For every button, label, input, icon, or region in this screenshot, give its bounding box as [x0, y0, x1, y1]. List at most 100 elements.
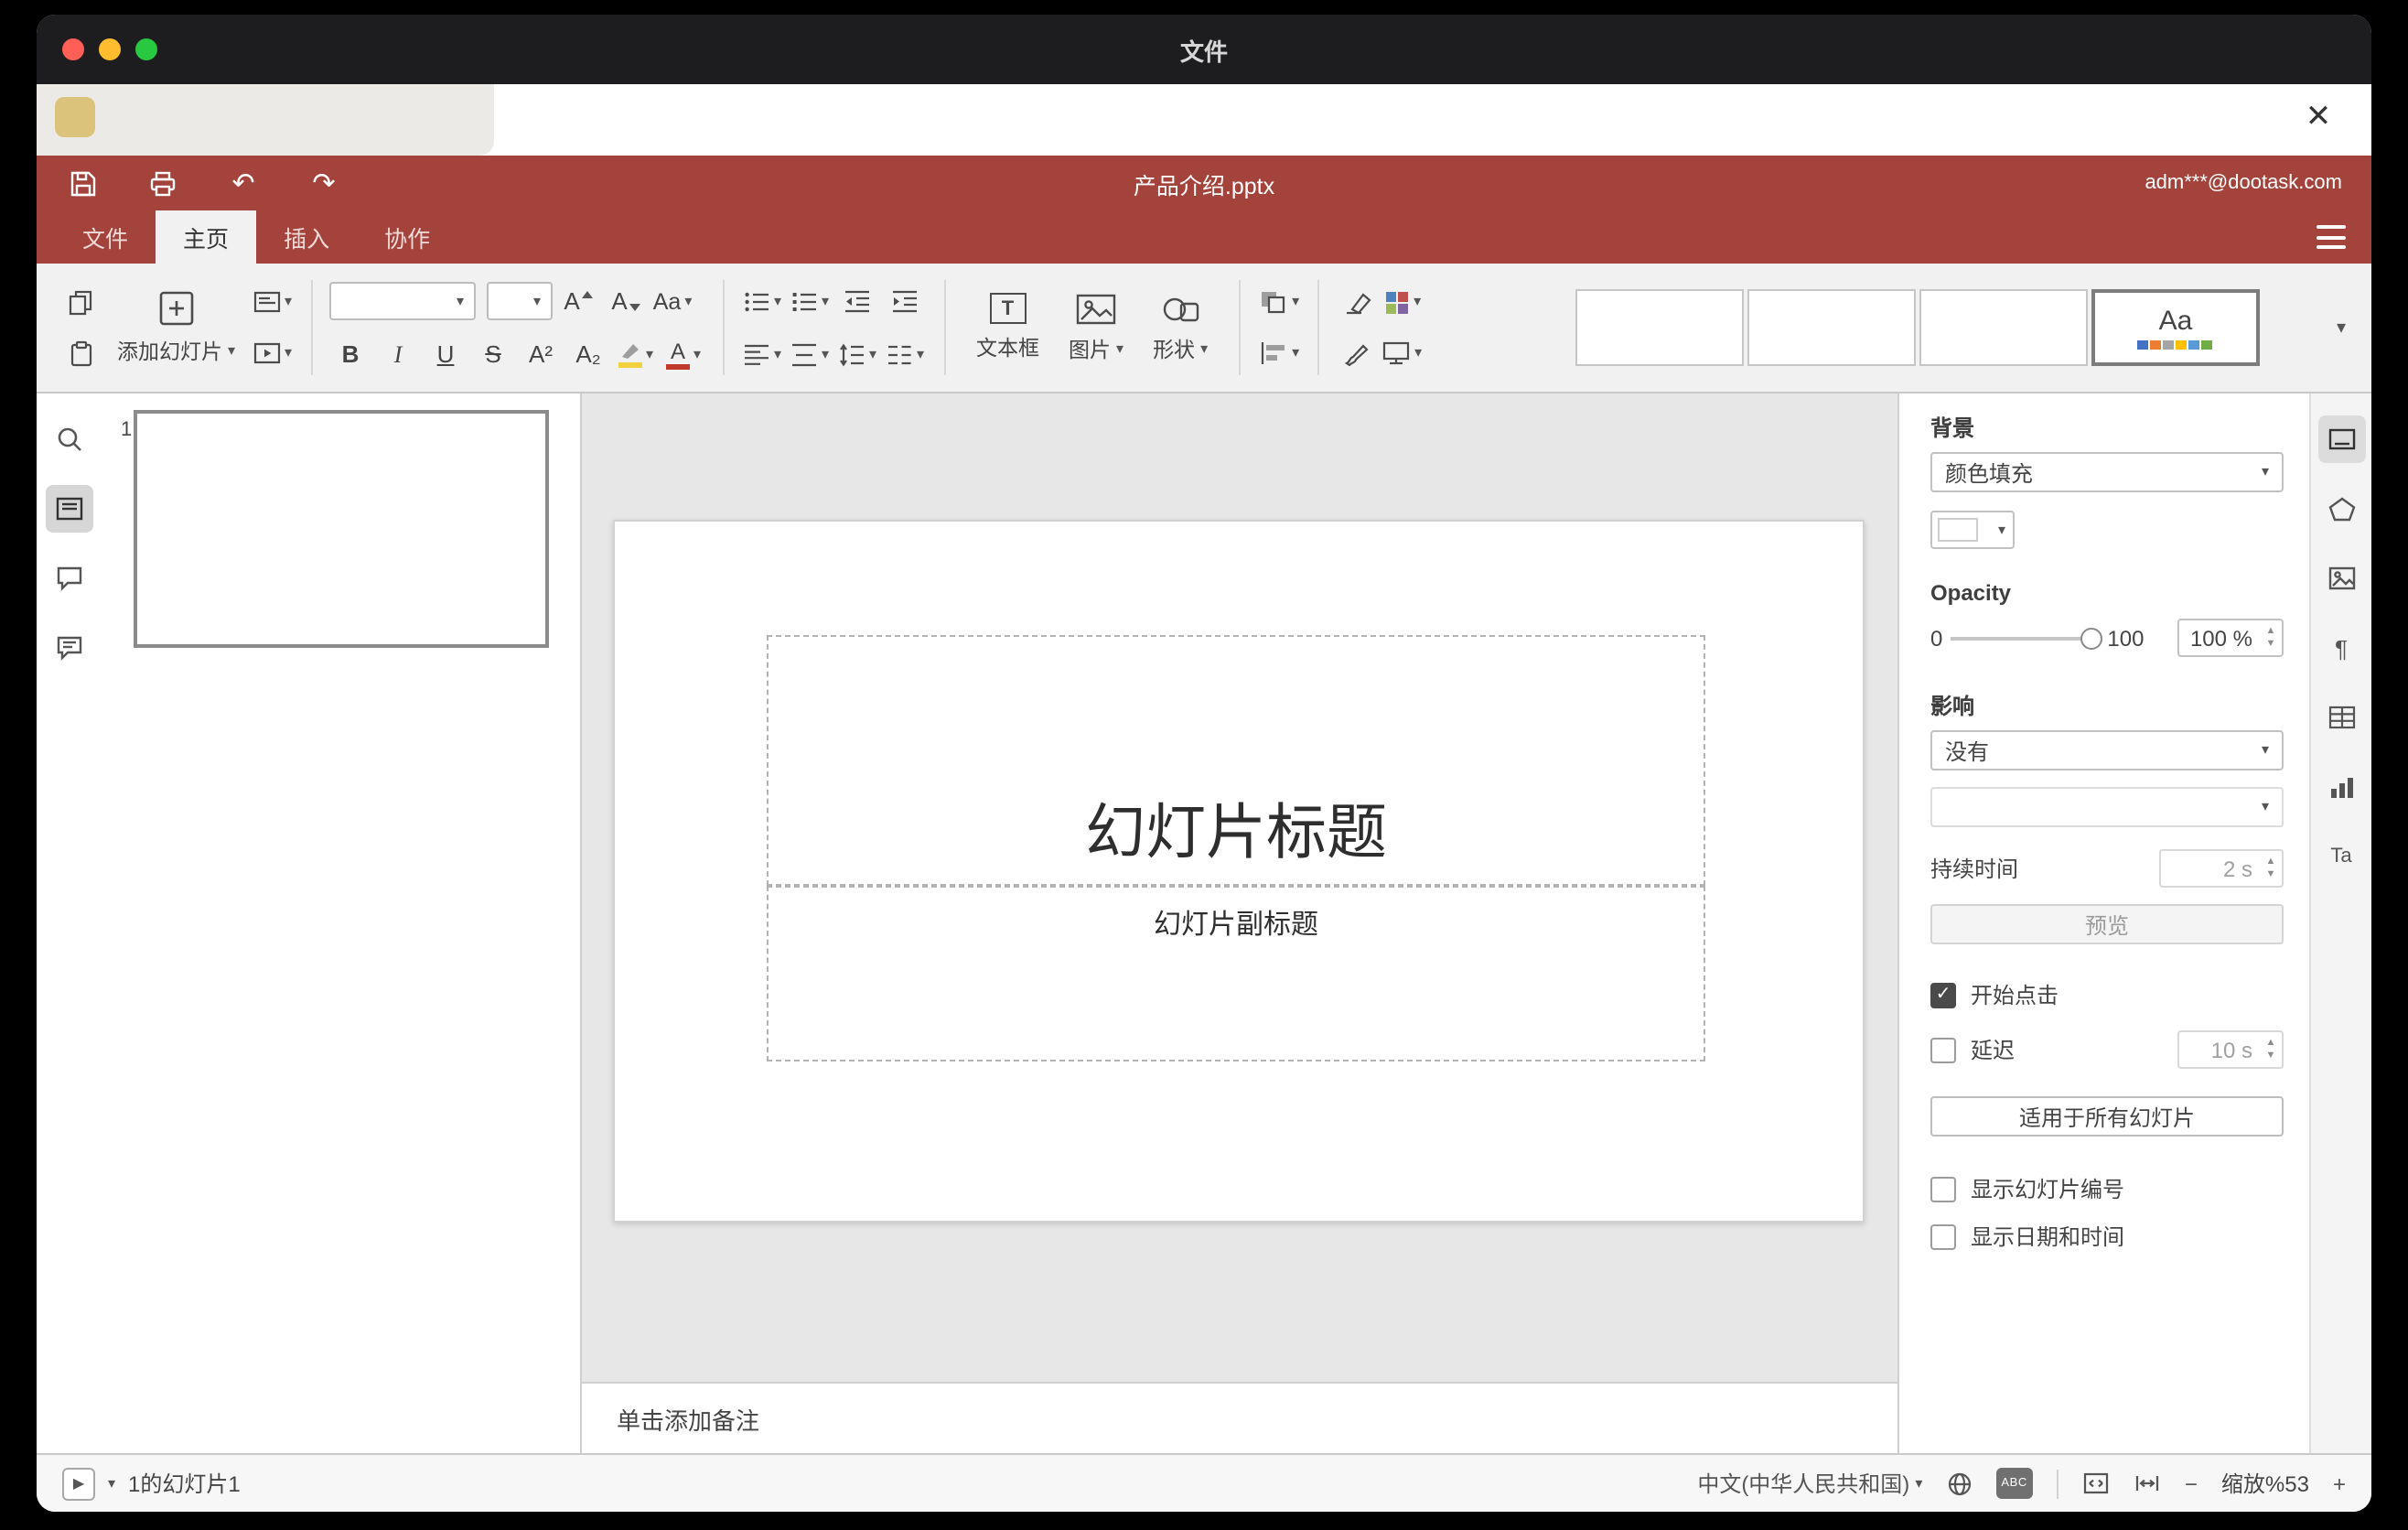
italic-button[interactable]: I — [376, 332, 420, 376]
apply-to-all-button[interactable]: 适用于所有幻灯片 — [1930, 1096, 2284, 1137]
theme-selected[interactable]: Aa — [2091, 289, 2260, 366]
sidebar-item-comments[interactable] — [46, 555, 93, 602]
zoom-in-button[interactable]: + — [2333, 1471, 2346, 1496]
start-on-click-checkbox[interactable]: ✓ — [1930, 982, 1956, 1007]
opacity-slider[interactable] — [1950, 625, 2102, 651]
effect-select[interactable]: 没有 ▾ — [1930, 730, 2284, 770]
decrease-font-button[interactable]: A — [603, 279, 647, 323]
font-size-combo[interactable]: ▾ — [486, 282, 553, 320]
panel-tab-table-settings[interactable] — [2317, 694, 2365, 741]
panel-tab-paragraph-settings[interactable]: ¶ — [2317, 624, 2365, 672]
numbered-list-button[interactable]: ▾ — [788, 279, 832, 323]
language-selector[interactable]: 中文(中华人民共和国) ▾ — [1697, 1468, 1922, 1499]
slide-thumbnail-1[interactable] — [134, 410, 549, 648]
duration-spinner[interactable]: 2 s ▲ ▼ — [2159, 849, 2284, 888]
clear-style-button[interactable] — [1336, 280, 1380, 324]
effect-type-select[interactable]: ▾ — [1930, 787, 2284, 827]
start-preview-icon[interactable]: ▶ — [62, 1467, 95, 1500]
change-case-button[interactable]: Aa ▾ — [650, 279, 694, 323]
opacity-spinner[interactable]: 100 % ▲ ▼ — [2177, 619, 2284, 657]
close-window-button[interactable] — [62, 38, 84, 60]
superscript-button[interactable]: A² — [519, 332, 563, 376]
panel-tab-shape-settings[interactable] — [2317, 485, 2365, 533]
tab-insert[interactable]: 插入 — [256, 210, 357, 264]
tab-file[interactable]: 文件 — [55, 210, 156, 264]
print-icon[interactable] — [146, 167, 179, 199]
document-language-button[interactable] — [1946, 1471, 1972, 1496]
bullet-list-button[interactable]: ▾ — [740, 279, 784, 323]
slide-layout-button[interactable]: ▾ — [250, 280, 294, 324]
add-slide-button[interactable]: 添加幻灯片 ▾ — [102, 289, 250, 366]
insert-textbox-button[interactable]: T 文本框 — [962, 293, 1054, 362]
spellcheck-icon[interactable]: ABC — [1995, 1468, 2033, 1499]
panel-tab-image-settings[interactable] — [2317, 555, 2365, 602]
opacity-slider-knob[interactable] — [2080, 627, 2102, 649]
redo-icon[interactable]: ↷ — [307, 167, 340, 199]
decrease-indent-button[interactable] — [835, 279, 879, 323]
panel-tab-chart-settings[interactable] — [2317, 763, 2365, 811]
insert-image-button[interactable]: 图片 ▾ — [1054, 292, 1138, 363]
font-color-button[interactable]: A ▾ — [661, 332, 705, 376]
theme-slot[interactable] — [1919, 289, 2088, 366]
subtitle-placeholder[interactable]: 幻灯片副标题 — [767, 886, 1705, 1061]
panel-tab-textart-settings[interactable]: Ta — [2317, 833, 2365, 880]
spinner-down-icon[interactable]: ▼ — [2266, 638, 2276, 649]
bold-button[interactable]: B — [328, 332, 372, 376]
fit-to-width-button[interactable] — [2134, 1471, 2161, 1495]
gallery-expand-chevron-icon[interactable]: ▾ — [2337, 318, 2346, 338]
close-icon[interactable]: ✕ — [2295, 93, 2342, 141]
horizontal-align-button[interactable]: ▾ — [740, 332, 784, 376]
show-date-time-checkbox[interactable]: ✓ — [1930, 1223, 1956, 1249]
spinner-down-icon[interactable]: ▼ — [2266, 1050, 2276, 1061]
sidebar-item-slides[interactable] — [46, 485, 93, 533]
fill-color-select[interactable]: ▾ — [1930, 511, 2015, 549]
increase-indent-button[interactable] — [883, 279, 927, 323]
underline-button[interactable]: U — [424, 332, 468, 376]
theme-slot[interactable] — [1747, 289, 1916, 366]
show-slide-number-checkbox[interactable]: ✓ — [1930, 1176, 1956, 1201]
spinner-up-icon[interactable]: ▲ — [2266, 1039, 2276, 1050]
title-placeholder[interactable]: 幻灯片标题 — [767, 635, 1705, 886]
strikethrough-button[interactable]: S — [471, 332, 515, 376]
align-objects-button[interactable]: ▾ — [1257, 331, 1301, 375]
slide-canvas[interactable]: 幻灯片标题 幻灯片副标题 — [582, 393, 1897, 1382]
zoom-out-button[interactable]: − — [2185, 1471, 2198, 1496]
fit-to-slide-button[interactable] — [2082, 1471, 2110, 1495]
chevron-down-icon[interactable]: ▾ — [108, 1475, 115, 1491]
arrange-objects-button[interactable]: ▾ — [1257, 280, 1301, 324]
spinner-down-icon[interactable]: ▼ — [2266, 868, 2276, 879]
columns-button[interactable]: ▾ — [883, 332, 927, 376]
slide-size-button[interactable]: ▾ — [1380, 331, 1424, 375]
highlight-color-button[interactable]: ▾ — [614, 332, 658, 376]
subscript-button[interactable]: A₂ — [566, 332, 610, 376]
zoom-level[interactable]: 缩放%53 — [2221, 1468, 2309, 1499]
slide[interactable]: 幻灯片标题 幻灯片副标题 — [613, 520, 1865, 1223]
save-icon[interactable] — [66, 167, 99, 199]
font-name-combo[interactable]: ▾ — [328, 282, 476, 320]
vertical-align-button[interactable]: ▾ — [788, 332, 832, 376]
increase-font-button[interactable]: A — [555, 279, 599, 323]
undo-icon[interactable]: ↶ — [227, 167, 260, 199]
tab-collaboration[interactable]: 协作 — [357, 210, 457, 264]
notes-area[interactable]: 单击添加备注 — [582, 1382, 1897, 1453]
theme-slot[interactable] — [1575, 289, 1744, 366]
sidebar-item-chat[interactable] — [46, 624, 93, 672]
minimize-window-button[interactable] — [99, 38, 121, 60]
spinner-up-icon[interactable]: ▲ — [2266, 857, 2276, 868]
preview-button[interactable]: 预览 — [1930, 904, 2284, 944]
color-scheme-button[interactable]: ▾ — [1380, 280, 1424, 324]
insert-shape-button[interactable]: 形状 ▾ — [1138, 292, 1222, 363]
paste-button[interactable] — [59, 331, 102, 375]
hamburger-menu-icon[interactable] — [2317, 225, 2346, 249]
zoom-window-button[interactable] — [135, 38, 157, 60]
panel-tab-slide-settings[interactable] — [2317, 415, 2365, 463]
delay-checkbox[interactable]: ✓ — [1930, 1037, 1956, 1062]
tab-home[interactable]: 主页 — [156, 210, 257, 264]
sidebar-item-search[interactable] — [46, 415, 93, 463]
copy-button[interactable] — [59, 280, 102, 324]
delay-spinner[interactable]: 10 s ▲ ▼ — [2177, 1030, 2284, 1069]
spinner-up-icon[interactable]: ▲ — [2266, 627, 2276, 638]
background-fill-select[interactable]: 颜色填充 ▾ — [1930, 452, 2284, 492]
copy-style-button[interactable] — [1336, 331, 1380, 375]
line-spacing-button[interactable]: ▾ — [835, 332, 879, 376]
